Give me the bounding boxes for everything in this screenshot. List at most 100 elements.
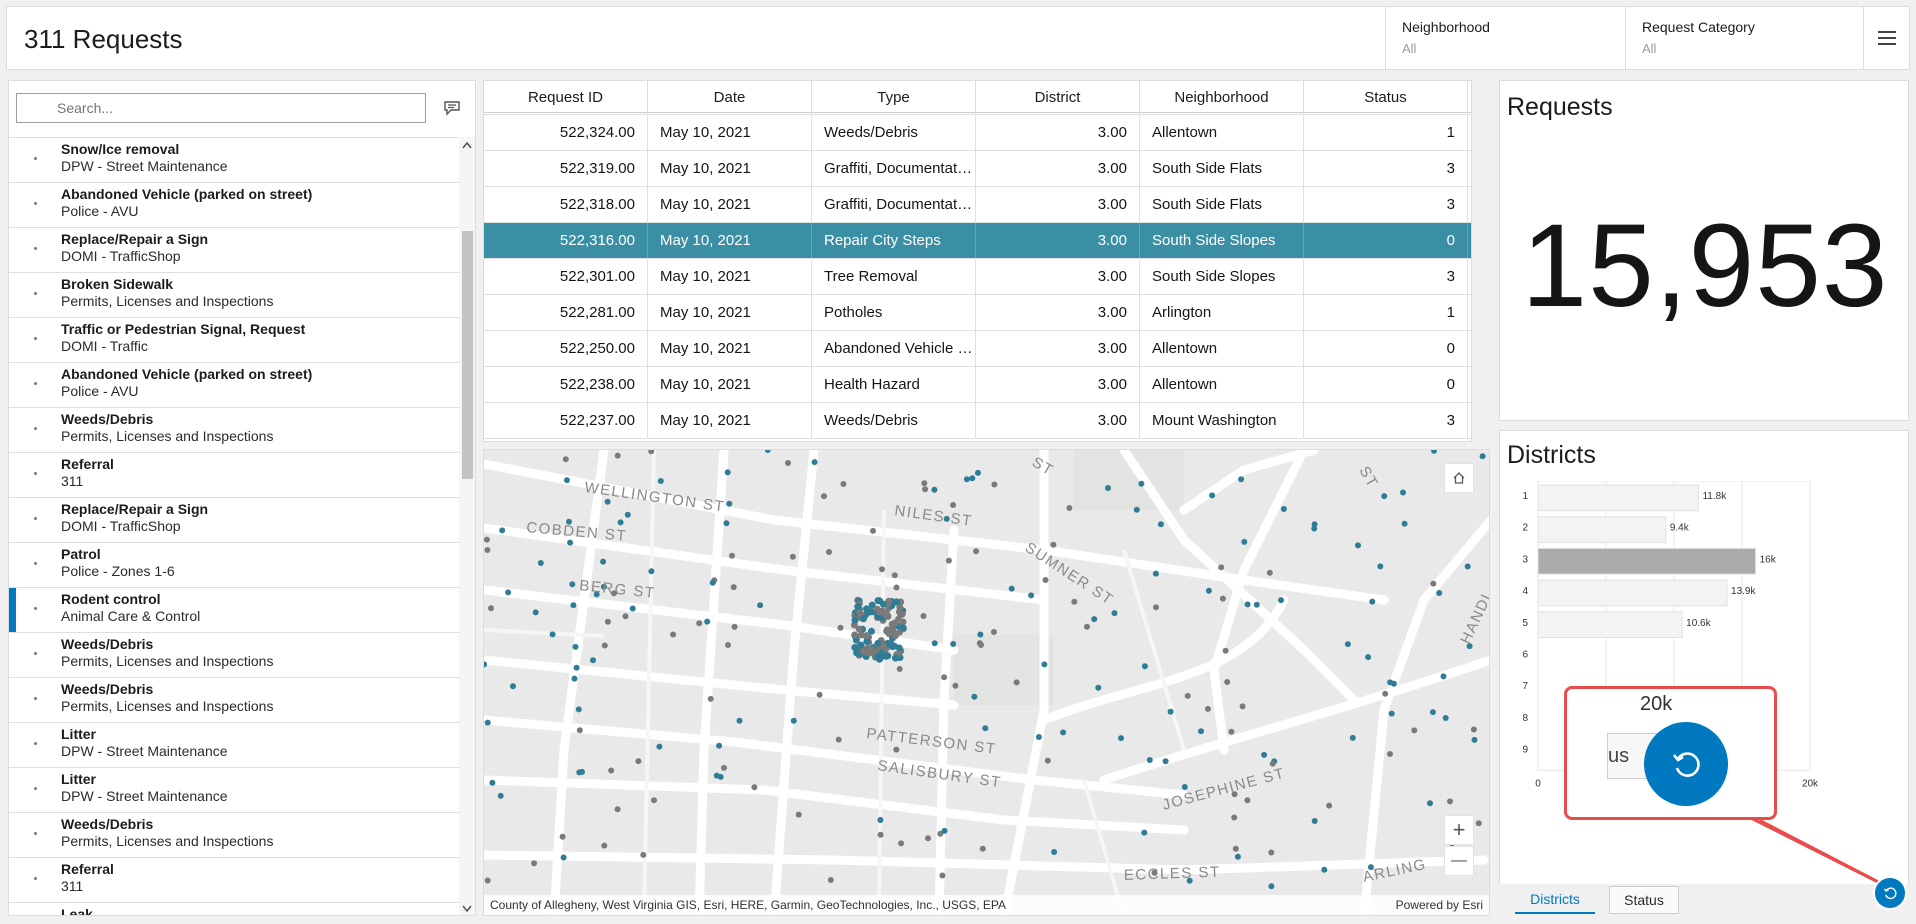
request-point[interactable] [704,618,711,625]
request-point[interactable] [1205,587,1212,594]
request-point[interactable] [785,460,791,466]
map-canvas[interactable]: WELLINGTON ST COBDEN ST BERG ST NILES ST… [484,450,1490,916]
request-point[interactable] [895,644,903,652]
request-point[interactable] [877,817,884,823]
request-point[interactable] [1198,728,1204,735]
list-scroll-thumb[interactable] [462,231,473,479]
request-point[interactable] [600,558,607,565]
request-point[interactable] [1401,520,1408,527]
request-point[interactable] [484,719,491,726]
request-point[interactable] [816,691,823,698]
request-point[interactable] [1041,661,1048,668]
request-point[interactable] [1184,692,1191,699]
request-point[interactable] [893,746,900,753]
request-point[interactable] [601,642,608,649]
list-item[interactable]: Weeds/Debris Permits, Licenses and Inspec… [9,632,459,677]
request-point[interactable] [1268,883,1275,890]
request-point[interactable] [1365,654,1372,661]
request-point[interactable] [925,835,931,842]
column-header[interactable]: Status [1304,81,1468,113]
request-point[interactable] [651,797,657,804]
request-point[interactable] [1311,525,1318,532]
request-point[interactable] [941,674,948,681]
request-point[interactable] [1105,485,1111,491]
request-point[interactable] [1042,577,1049,583]
table-row[interactable]: 522,238.00 May 10, 2021 Health Hazard 3.00 A… [484,367,1471,403]
filter-list-icon[interactable] [443,100,461,116]
request-point[interactable] [601,842,608,849]
request-point[interactable] [827,877,834,883]
request-point[interactable] [696,620,703,627]
request-point[interactable] [840,481,847,487]
list-item[interactable]: Referral 311 [9,857,459,902]
request-point[interactable] [614,806,621,813]
request-point[interactable] [1084,623,1090,630]
request-point[interactable] [973,548,980,555]
request-point[interactable] [1244,601,1251,608]
request-point[interactable] [1344,641,1351,648]
request-point[interactable] [489,779,496,786]
request-point[interactable] [573,664,580,671]
bar[interactable] [1537,611,1683,639]
request-point[interactable] [865,608,873,616]
request-point[interactable] [950,502,957,508]
request-point[interactable] [879,566,885,573]
request-point[interactable] [499,527,506,534]
request-point[interactable] [1133,506,1140,513]
column-header[interactable]: Date [648,81,812,113]
request-point[interactable] [950,641,957,647]
request-point[interactable] [726,500,733,507]
request-point[interactable] [1268,849,1275,856]
request-point[interactable] [1204,705,1211,712]
request-point[interactable] [1231,814,1238,821]
refresh-button-zoomed[interactable] [1644,722,1728,806]
request-point[interactable] [880,642,887,650]
request-point[interactable] [1261,751,1268,758]
request-point[interactable] [622,613,629,620]
request-point[interactable] [730,584,737,591]
request-point[interactable] [891,632,899,640]
request-point[interactable] [991,481,998,488]
request-point[interactable] [876,608,884,616]
list-item[interactable]: Litter DPW - Street Maintenance [9,722,459,767]
request-point[interactable] [835,736,842,743]
request-point[interactable] [990,629,997,635]
request-point[interactable] [945,557,952,564]
request-point[interactable] [896,666,903,672]
request-point[interactable] [1232,845,1239,852]
request-point[interactable] [877,831,884,838]
request-point[interactable] [889,643,897,651]
request-point[interactable] [1430,580,1437,587]
list-item[interactable]: Replace/Repair a Sign DOMI - TrafficShop [9,497,459,542]
request-point[interactable] [1218,564,1225,571]
column-header[interactable]: District [976,81,1140,113]
request-point[interactable] [731,623,738,630]
request-point[interactable] [1209,492,1216,499]
request-point[interactable] [549,631,556,638]
list-item[interactable]: Snow/Ice removal DPW - Street Maintenance [9,137,459,182]
request-point[interactable] [941,827,948,834]
bar[interactable] [1537,516,1667,543]
request-point[interactable] [532,609,539,616]
request-point[interactable] [1222,647,1229,654]
request-point[interactable] [1381,493,1388,500]
request-point[interactable] [1436,590,1443,596]
request-point[interactable] [590,657,596,664]
request-point[interactable] [579,768,585,775]
request-point[interactable] [873,653,881,661]
list-item[interactable]: Traffic or Pedestrian Signal, Request DOM… [9,317,459,362]
powered-by-esri[interactable]: Powered by Esri [1396,898,1483,912]
request-point[interactable] [922,486,929,493]
request-point[interactable] [1266,569,1273,576]
request-point[interactable] [811,459,818,466]
column-header[interactable]: Neighborhood [1140,81,1304,113]
request-point[interactable] [870,527,876,534]
request-point[interactable] [484,536,490,543]
request-point[interactable] [979,845,986,852]
request-point[interactable] [1141,663,1148,670]
request-point[interactable] [1153,604,1159,611]
request-point[interactable] [707,695,714,702]
table-row[interactable]: 522,301.00 May 10, 2021 Tree Removal 3.00 So… [484,259,1471,295]
request-point[interactable] [656,743,663,750]
request-point[interactable] [716,742,723,749]
